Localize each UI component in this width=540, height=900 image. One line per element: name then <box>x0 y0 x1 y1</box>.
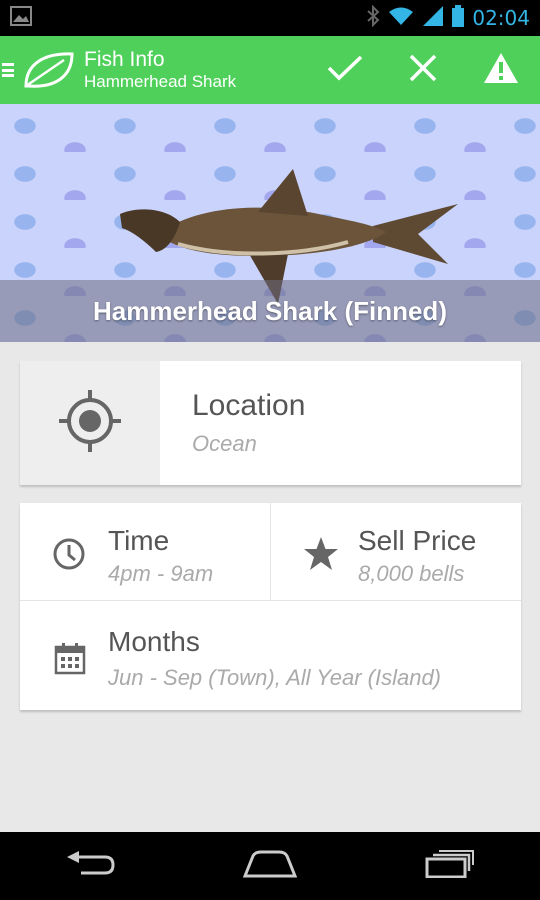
app-subtitle: Hammerhead Shark <box>84 72 237 91</box>
star-icon <box>303 536 339 572</box>
warning-icon <box>483 52 519 89</box>
recent-apps-icon <box>425 849 475 883</box>
row-divider <box>20 600 521 601</box>
months-title: Months <box>108 626 200 657</box>
close-icon <box>409 54 437 87</box>
time-value: 4pm - 9am <box>108 561 214 586</box>
clock-time: 02:04 <box>472 6 530 30</box>
leaf-logo-icon[interactable] <box>22 50 76 90</box>
clock-icon <box>52 537 86 571</box>
signal-icon <box>422 5 444 32</box>
status-bar: 02:04 <box>0 0 540 36</box>
home-icon <box>242 850 298 883</box>
action-bar: Fish Info Hammerhead Shark <box>0 36 540 104</box>
home-button[interactable] <box>220 832 320 900</box>
location-icon-box <box>20 361 160 485</box>
confirm-button[interactable] <box>306 36 384 104</box>
gps-target-icon <box>58 389 122 458</box>
sell-price-title: Sell Price <box>358 525 477 556</box>
cancel-button[interactable] <box>384 36 462 104</box>
app-titles: Fish Info Hammerhead Shark <box>84 48 236 92</box>
battery-icon <box>452 4 465 32</box>
fish-name-caption: Hammerhead Shark (Finned) <box>0 280 540 342</box>
back-icon <box>65 850 115 882</box>
location-title: Location <box>192 389 306 422</box>
menu-icon[interactable] <box>2 57 16 83</box>
recent-apps-button[interactable] <box>400 832 500 900</box>
app-title: Fish Info <box>84 48 165 71</box>
report-button[interactable] <box>462 36 540 104</box>
hero-image: Hammerhead Shark (Finned) <box>0 104 540 342</box>
location-value: Ocean <box>192 431 257 456</box>
check-icon <box>327 54 363 87</box>
image-notification-icon <box>10 5 32 31</box>
back-button[interactable] <box>40 832 140 900</box>
location-card[interactable]: Location Ocean <box>20 361 521 485</box>
details-card: Time 4pm - 9am Sell Price 8,000 bells Mo… <box>20 503 521 710</box>
bluetooth-icon <box>366 4 380 32</box>
time-title: Time <box>108 525 170 556</box>
months-value: Jun - Sep (Town), All Year (Island) <box>108 665 442 690</box>
column-divider <box>270 503 271 600</box>
sell-price-value: 8,000 bells <box>358 561 465 586</box>
wifi-icon <box>388 6 414 31</box>
navigation-bar <box>0 832 540 900</box>
calendar-icon <box>54 643 86 675</box>
